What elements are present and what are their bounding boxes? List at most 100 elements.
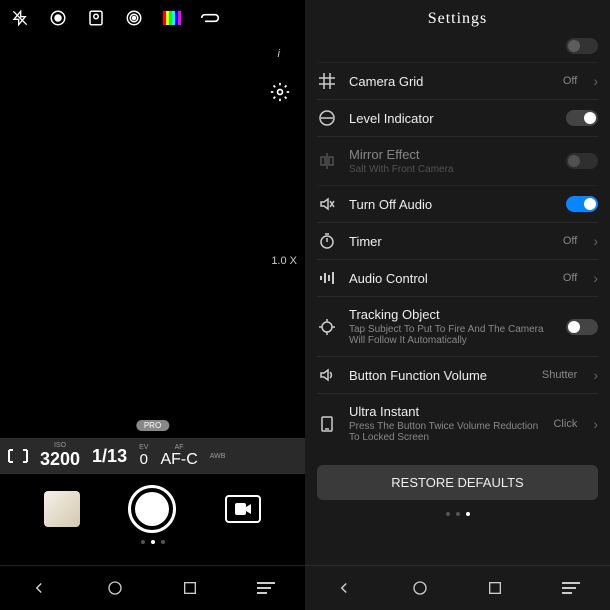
aperture-icon[interactable] xyxy=(124,8,144,28)
gallery-thumbnail[interactable] xyxy=(44,491,80,527)
ultra-value: Click xyxy=(553,418,577,430)
grid-value: Off xyxy=(563,75,577,87)
shutter-button[interactable] xyxy=(128,485,176,533)
chevron-right-icon: › xyxy=(593,73,598,89)
color-bars-icon[interactable] xyxy=(162,8,182,28)
ev-label: EV xyxy=(139,444,148,451)
video-mode-button[interactable] xyxy=(225,495,261,523)
af-block[interactable]: AF AF-C xyxy=(160,444,197,469)
button-value: Shutter xyxy=(542,369,577,381)
camera-bottom-controls xyxy=(0,485,305,533)
nav-menu-icon[interactable] xyxy=(562,581,580,595)
zoom-level[interactable]: 1.0 X xyxy=(271,255,297,267)
camera-info-bar: ISO 3200 1/13 EV 0 AF AF-C AWB xyxy=(0,438,305,474)
flash-off-icon[interactable] xyxy=(10,8,30,28)
settings-panel: Settings Camera Grid Off › Level Indicat… xyxy=(305,0,610,610)
setting-row-audioctl[interactable]: Audio Control Off › xyxy=(317,260,598,297)
chevron-right-icon: › xyxy=(593,367,598,383)
iso-label: ISO xyxy=(54,442,66,449)
level-title: Level Indicator xyxy=(349,111,554,126)
shutter-block[interactable]: 1/13 xyxy=(92,446,127,467)
pager-dot xyxy=(456,512,460,516)
setting-row-ultra[interactable]: Ultra Instant Press The Button Twice Vol… xyxy=(317,394,598,453)
toggle-audio[interactable] xyxy=(566,196,598,212)
grid-title: Camera Grid xyxy=(349,74,551,89)
pro-mode-badge: PRO xyxy=(136,420,169,431)
nav-recent-icon[interactable] xyxy=(182,580,198,596)
pager-dot xyxy=(161,540,165,544)
toggle-mirror xyxy=(566,153,598,169)
mirror-title: Mirror Effect xyxy=(349,147,554,162)
af-value: AF-C xyxy=(160,451,197,469)
pager-dot-active xyxy=(151,540,155,544)
camera-viewfinder-panel: i 1.0 X PRO ISO 3200 1/13 EV 0 AF AF-C A… xyxy=(0,0,305,610)
iso-value: 3200 xyxy=(40,449,80,470)
pager-dot xyxy=(446,512,450,516)
toggle-partial[interactable] xyxy=(566,38,598,54)
shutter-value: 1/13 xyxy=(92,446,127,467)
restore-defaults-button[interactable]: RESTORE DEFAULTS xyxy=(317,465,598,500)
timer-title: Timer xyxy=(349,234,551,249)
metering-icon[interactable] xyxy=(8,449,28,463)
mirror-icon xyxy=(317,153,337,169)
toggle-tracking[interactable] xyxy=(566,319,598,335)
setting-row-timer[interactable]: Timer Off › xyxy=(317,223,598,260)
android-nav-bar-left xyxy=(0,565,305,610)
ev-value: 0 xyxy=(140,451,148,468)
volume-icon xyxy=(317,367,337,383)
button-title: Button Function Volume xyxy=(349,368,530,383)
crosshair-icon xyxy=(317,319,337,335)
setting-row-partial[interactable] xyxy=(317,34,598,63)
mute-icon xyxy=(317,196,337,212)
camera-top-toolbar xyxy=(0,0,305,36)
timer-value: Off xyxy=(563,235,577,247)
timer-icon xyxy=(317,233,337,249)
level-icon xyxy=(317,110,337,126)
nav-back-icon[interactable] xyxy=(335,579,353,597)
settings-pager-dots xyxy=(305,512,610,516)
nav-back-icon[interactable] xyxy=(30,579,48,597)
tracking-title: Tracking Object xyxy=(349,307,554,322)
pager-dot xyxy=(141,540,145,544)
android-nav-bar-right xyxy=(305,565,610,610)
settings-gear-icon[interactable] xyxy=(270,82,290,102)
pager-dot-active xyxy=(466,512,470,516)
grid-icon xyxy=(317,73,337,89)
loop-icon[interactable] xyxy=(200,8,220,28)
nav-menu-icon[interactable] xyxy=(257,581,275,595)
target-icon[interactable] xyxy=(48,8,68,28)
mirror-subtitle: Salt With Front Camera xyxy=(349,164,554,175)
nav-home-icon[interactable] xyxy=(412,580,428,596)
chevron-right-icon: › xyxy=(593,233,598,249)
nav-home-icon[interactable] xyxy=(107,580,123,596)
tracking-subtitle: Tap Subject To Put To Fire And The Camer… xyxy=(349,324,554,346)
audioctl-value: Off xyxy=(563,272,577,284)
ev-block[interactable]: EV 0 xyxy=(139,444,148,468)
setting-row-audio[interactable]: Turn Off Audio xyxy=(317,186,598,223)
audioctl-title: Audio Control xyxy=(349,271,551,286)
setting-row-mirror: Mirror Effect Salt With Front Camera xyxy=(317,137,598,186)
setting-row-tracking[interactable]: Tracking Object Tap Subject To Put To Fi… xyxy=(317,297,598,357)
setting-row-grid[interactable]: Camera Grid Off › xyxy=(317,63,598,100)
chevron-right-icon: › xyxy=(593,270,598,286)
awb-label: AWB xyxy=(210,453,226,460)
chevron-right-icon: › xyxy=(593,416,598,432)
shutter-inner xyxy=(135,492,169,526)
ultra-subtitle: Press The Button Twice Volume Reduction … xyxy=(349,421,541,443)
instant-icon xyxy=(317,416,337,432)
iso-block[interactable]: ISO 3200 xyxy=(40,442,80,470)
audio-title: Turn Off Audio xyxy=(349,197,554,212)
toggle-level[interactable] xyxy=(566,110,598,126)
mode-pager-dots xyxy=(0,540,305,544)
af-label: AF xyxy=(175,444,184,451)
portrait-icon[interactable] xyxy=(86,8,106,28)
equalizer-icon xyxy=(317,270,337,286)
nav-recent-icon[interactable] xyxy=(487,580,503,596)
info-indicator[interactable]: i xyxy=(278,48,280,60)
settings-title: Settings xyxy=(305,0,610,34)
ultra-title: Ultra Instant xyxy=(349,404,541,419)
settings-list[interactable]: Camera Grid Off › Level Indicator Mirror… xyxy=(305,34,610,453)
awb-block[interactable]: AWB xyxy=(210,453,226,460)
setting-row-level[interactable]: Level Indicator xyxy=(317,100,598,137)
setting-row-button[interactable]: Button Function Volume Shutter › xyxy=(317,357,598,394)
